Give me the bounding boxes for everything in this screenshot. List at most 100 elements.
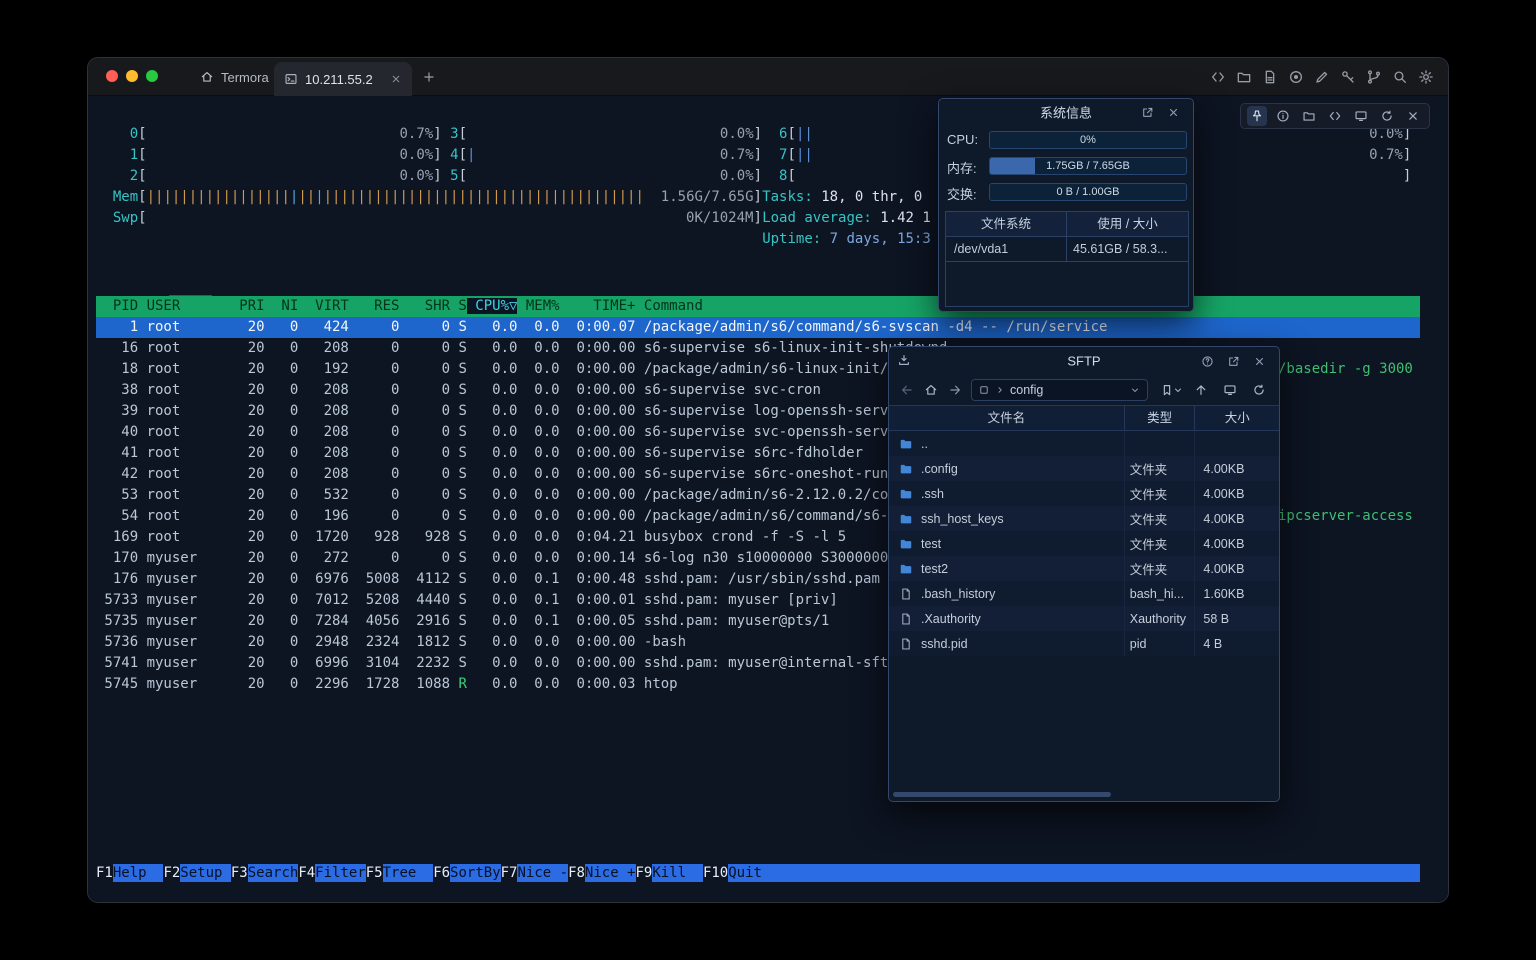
new-tab-button[interactable] [420,68,438,86]
code-icon[interactable] [1210,69,1226,85]
resource-row: 交换:0 B / 1.00GB [947,183,1187,201]
cpu-meter-1: 1[ 0.0%] [113,145,442,166]
forward-icon[interactable] [943,378,967,402]
bookmarks-button[interactable] [1160,383,1184,397]
fkey-f8[interactable]: F8 [568,864,585,882]
cpu-meter-5: 5[ 0.0%] [433,166,762,187]
memory-meter: Mem[||||||||||||||||||||||||||||||||||||… [113,187,762,208]
tab-close-icon[interactable] [390,73,402,85]
file-icon [899,587,913,601]
filesystem-row: /dev/vda145.61GB / 58.3... [946,237,1188,262]
fkey-f3[interactable]: F3 [231,864,248,882]
file-row-test[interactable]: test文件夹4.00KB [889,531,1279,556]
uptime-text: Uptime: 7 days, 15:3 [762,229,931,250]
process-row-1[interactable]: 1 root 20 0 424 0 0 S 0.0 0.0 0:00.07 /p… [96,317,1420,338]
file-row-.ssh[interactable]: .ssh文件夹4.00KB [889,481,1279,506]
file-row-..[interactable]: .. [889,431,1279,456]
refresh-icon[interactable] [1247,378,1271,402]
record-icon[interactable] [1288,69,1304,85]
file-row-test2[interactable]: test2文件夹4.00KB [889,556,1279,581]
progress-bar: 0 B / 1.00GB [989,183,1187,201]
file-row-sshd.pid[interactable]: sshd.pidpid4 B [889,631,1279,656]
key-icon[interactable] [1340,69,1356,85]
pen-icon[interactable] [1314,69,1330,85]
fs-column-usage: 使用 / 大小 [1067,212,1188,236]
swap-meter: Swp[ 0K/1024M] [113,208,762,229]
info-icon[interactable] [1273,106,1293,126]
filesystem-table-header: 文件系统 使用 / 大小 [946,212,1188,237]
back-icon[interactable] [895,378,919,402]
fkey-label[interactable]: Quit [728,864,779,882]
file-row-.Xauthority[interactable]: .XauthorityXauthority58 B [889,606,1279,631]
fkey-f7[interactable]: F7 [501,864,518,882]
help-icon[interactable] [1200,354,1215,369]
fkey-label[interactable]: Nice - [517,864,568,882]
panel-title: 系统信息 [1040,103,1092,122]
fkey-f10[interactable]: F10 [703,864,728,882]
folder-icon [899,462,913,476]
open-in-window-icon[interactable] [1140,105,1155,120]
close-icon[interactable] [1403,106,1423,126]
fkey-f6[interactable]: F6 [433,864,450,882]
column-filename[interactable]: 文件名 [889,406,1125,430]
fkey-label[interactable]: Filter [315,864,366,882]
folder-icon [899,487,913,501]
chevron-down-icon[interactable] [1129,384,1141,396]
fkey-f9[interactable]: F9 [636,864,653,882]
folder-icon [899,537,913,551]
fkey-label[interactable]: SortBy [450,864,501,882]
zoom-window-button[interactable] [146,70,158,82]
system-info-panel: 系统信息 CPU:0%内存:1.75GB / 7.65GB交换:0 B / 1.… [938,98,1194,312]
fkey-label[interactable]: Kill [652,864,703,882]
transfers-icon[interactable] [897,353,913,369]
file-row-ssh_host_keys[interactable]: ssh_host_keys文件夹4.00KB [889,506,1279,531]
show-hidden-eye-icon[interactable] [1218,378,1242,402]
tab-termora-home[interactable]: Termora [188,58,281,96]
cpu-meter-0: 0[ 0.7%] [113,124,442,145]
fkey-label[interactable]: Setup [180,864,231,882]
close-window-button[interactable] [106,70,118,82]
tab-ssh-session[interactable]: 10.211.55.2 [274,62,412,96]
command-fragment: ipcserver-access [1278,506,1413,527]
open-in-window-icon[interactable] [1226,354,1241,369]
folder-icon[interactable] [1236,69,1252,85]
fkey-label[interactable]: Search [248,864,299,882]
notes-icon[interactable] [1262,69,1278,85]
fkey-f2[interactable]: F2 [163,864,180,882]
filesystem-table: 文件系统 使用 / 大小 /dev/vda145.61GB / 58.3... [945,211,1189,307]
session-tab-label: 10.211.55.2 [305,72,373,87]
path-breadcrumb[interactable]: config [971,379,1148,401]
path-segment[interactable]: config [1010,383,1043,397]
resource-row: 内存:1.75GB / 7.65GB [947,157,1187,175]
terminal-icon [284,72,298,86]
display-icon[interactable] [1351,106,1371,126]
code-icon[interactable] [1325,106,1345,126]
refresh-icon[interactable] [1377,106,1397,126]
parent-directory-icon[interactable] [1189,378,1213,402]
fkey-f5[interactable]: F5 [366,864,383,882]
close-icon[interactable] [1252,354,1267,369]
process-table-header[interactable]: PID USER PRI NI VIRT RES SHR S CPU%▽ MEM… [96,296,1420,317]
load-average-text: Load average: 1.42 1 [762,208,931,229]
fkey-f4[interactable]: F4 [298,864,315,882]
column-type[interactable]: 类型 [1125,406,1196,430]
fkey-f1[interactable]: F1 [96,864,113,882]
file-row-.bash_history[interactable]: .bash_historybash_hi...1.60KB [889,581,1279,606]
home-tab-label: Termora [221,70,269,85]
home-icon[interactable] [919,378,943,402]
branch-icon[interactable] [1366,69,1382,85]
horizontal-scrollbar[interactable] [893,792,1111,797]
column-size[interactable]: 大小 [1195,406,1279,430]
sftp-titlebar: SFTP [889,347,1279,375]
settings-icon[interactable] [1418,69,1434,85]
file-row-.config[interactable]: .config文件夹4.00KB [889,456,1279,481]
search-icon[interactable] [1392,69,1408,85]
minimize-window-button[interactable] [126,70,138,82]
fkey-label[interactable]: Tree [383,864,434,882]
close-icon[interactable] [1166,105,1181,120]
fkey-label[interactable]: Help [113,864,164,882]
folder-icon[interactable] [1299,106,1319,126]
panel-title: SFTP [1067,354,1100,369]
pin-icon[interactable] [1247,106,1267,126]
fkey-label[interactable]: Nice + [585,864,636,882]
